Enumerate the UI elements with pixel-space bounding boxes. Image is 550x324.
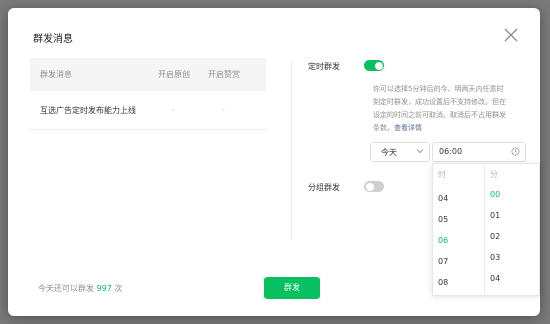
remaining-count: 997	[96, 284, 112, 293]
hour-option[interactable]: 07	[438, 257, 448, 266]
hour-column[interactable]: 时 04 05 06 07 08	[433, 164, 485, 295]
table-row: 互选广告定时发布能力上线 - -	[30, 91, 266, 130]
hour-header: 时	[438, 170, 446, 179]
dialog-title: 群发消息	[33, 34, 73, 45]
minute-header: 分	[490, 170, 498, 179]
group-send-toggle[interactable]	[364, 181, 384, 192]
clock-icon	[511, 147, 520, 156]
schedule-toggle[interactable]	[364, 60, 384, 71]
message-table: 群发消息 开启原创 开启赞赏 互选广告定时发布能力上线 - -	[30, 58, 266, 130]
hour-option[interactable]: 05	[438, 215, 448, 224]
group-send-label: 分组群发	[308, 183, 340, 192]
time-input[interactable]: 06:00	[432, 142, 526, 162]
remaining-count-note: 今天还可以群发 997 次	[38, 283, 122, 294]
row-message-title: 互选广告定时发布能力上线	[40, 106, 136, 115]
day-select-value: 今天	[381, 148, 397, 157]
minute-option-selected[interactable]: 00	[490, 190, 500, 199]
minute-option[interactable]: 04	[490, 274, 500, 283]
detail-link[interactable]: 查看详情	[394, 124, 422, 132]
header-message: 群发消息	[40, 70, 72, 79]
mass-send-dialog: 群发消息 群发消息 开启原创 开启赞赏 互选广告定时发布能力上线 - - 定时群…	[8, 8, 540, 316]
schedule-description: 你可以选择5分钟后的今、明两天内任意时 刻定时群发，成功设置后不支持修改。但在 …	[373, 83, 533, 135]
desc-line: 设定的时间之前可取消。取消后不占用群发	[373, 111, 506, 119]
minute-column[interactable]: 分 00 01 02 03 04	[485, 164, 539, 295]
hour-option-selected[interactable]: 06	[438, 236, 448, 245]
close-button[interactable]	[500, 24, 522, 46]
remaining-prefix: 今天还可以群发	[38, 284, 94, 293]
minute-option[interactable]: 02	[490, 232, 500, 241]
time-picker-dropdown: 时 04 05 06 07 08 分 00 01 02 03 04	[432, 163, 540, 296]
day-select[interactable]: 今天	[370, 142, 430, 162]
chevron-down-icon	[416, 149, 424, 154]
header-original: 开启原创	[158, 70, 190, 79]
remaining-suffix: 次	[114, 284, 123, 293]
hour-option[interactable]: 08	[438, 278, 448, 287]
row-original: -	[172, 105, 175, 114]
hour-option[interactable]: 04	[438, 194, 448, 203]
desc-line: 你可以选择5分钟后的今、明两天内任意时	[373, 85, 504, 93]
table-header: 群发消息 开启原创 开启赞赏	[30, 58, 266, 91]
minute-option[interactable]: 03	[490, 253, 500, 262]
send-button[interactable]: 群发	[264, 277, 320, 299]
close-icon	[504, 28, 518, 42]
schedule-label: 定时群发	[308, 62, 340, 71]
time-input-value: 06:00	[439, 147, 463, 156]
desc-line: 条数。	[373, 124, 394, 132]
toggle-knob	[374, 61, 383, 70]
header-reward: 开启赞赏	[208, 70, 240, 79]
toggle-knob	[365, 182, 374, 191]
row-reward: -	[222, 105, 225, 114]
vertical-divider	[291, 60, 292, 240]
desc-line: 刻定时群发，成功设置后不支持修改。但在	[373, 98, 506, 106]
minute-option[interactable]: 01	[490, 211, 500, 220]
